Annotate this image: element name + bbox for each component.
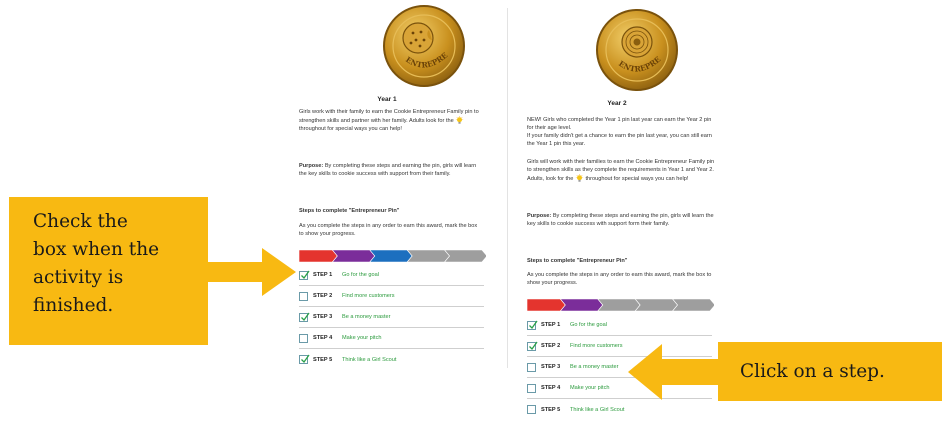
callout-line: activity is (33, 267, 124, 288)
step-checkbox[interactable] (527, 405, 536, 414)
checkmark-icon (529, 320, 538, 329)
step-number: STEP 2 (541, 343, 561, 349)
progress-segment-empty (406, 250, 450, 262)
progress-segment-empty (634, 299, 678, 311)
step-number: STEP 4 (313, 335, 333, 341)
lightbulb-icon (455, 116, 464, 125)
checkmark-icon (301, 354, 310, 364)
page-title: Year 1 (377, 96, 397, 103)
checkmark-icon (529, 341, 538, 350)
steps-heading: Steps to complete "Entrepreneur Pin" (299, 208, 400, 214)
progress-bar (299, 250, 486, 262)
steps-intro: As you complete the steps in any order t… (299, 223, 478, 238)
step-number: STEP 5 (541, 406, 561, 413)
donut-pin-icon: ENTREPRENEUR (590, 0, 681, 94)
steps-heading: Steps to complete "Entrepreneur Pin" (527, 258, 628, 264)
step-number: STEP 3 (541, 364, 561, 370)
purpose-text: Purpose: By completing these steps and e… (299, 163, 477, 178)
step-checkbox[interactable] (299, 354, 310, 364)
step-row[interactable]: STEP 5 Think like a Girl Scout (299, 349, 484, 370)
panel-divider (507, 8, 508, 368)
progress-segment-filled (332, 250, 376, 262)
progress-segment-empty (444, 250, 486, 262)
step-link[interactable]: Be a money master (342, 314, 391, 320)
step-link[interactable]: Find more customers (570, 343, 623, 349)
step-row[interactable]: STEP 1 Go for the goal (299, 265, 484, 286)
progress-segment-empty (672, 299, 714, 311)
step-number: STEP 4 (541, 385, 561, 391)
page-title: Year 2 (607, 100, 627, 107)
step-link[interactable]: Be a money master (570, 364, 619, 370)
purpose-text: Purpose: By completing these steps and e… (527, 213, 714, 228)
steps-list: STEP 1 Go for the goal STEP 2 Find more cus… (299, 265, 484, 370)
step-checkbox[interactable] (527, 362, 536, 372)
step-checkbox[interactable] (299, 312, 310, 322)
progress-segment-filled (527, 299, 566, 311)
intro-text-2: If your family didn't get a chance to ea… (527, 133, 712, 148)
step-checkbox[interactable] (527, 341, 538, 351)
progress-segment-filled (299, 250, 338, 262)
progress-segment-empty (597, 299, 641, 311)
step-checkbox[interactable] (527, 320, 538, 330)
callout-line: Check the (33, 211, 128, 232)
click-step-callout: Click on a step. (718, 342, 942, 401)
step-number: STEP 3 (313, 314, 333, 320)
step-link[interactable]: Find more customers (342, 293, 395, 299)
step-link[interactable]: Make your pitch (570, 385, 609, 391)
lightbulb-icon (575, 174, 584, 183)
cookie-pin-icon: ENTREPRENEUR (377, 0, 468, 90)
callout-line: box when the (33, 239, 160, 260)
step-link[interactable]: Think like a Girl Scout (342, 357, 396, 363)
step-number: STEP 2 (313, 293, 333, 299)
step-row[interactable]: STEP 1 Go for the goal (527, 315, 712, 336)
arrow-left-icon (628, 344, 724, 400)
intro-text-1: NEW! Girls who completed the Year 1 pin … (527, 117, 712, 132)
checkmark-icon (301, 312, 310, 321)
step-link[interactable]: Go for the goal (570, 322, 607, 328)
step-number: STEP 5 (313, 356, 333, 363)
progress-segment-filled (560, 299, 604, 311)
step-link[interactable]: Make your pitch (342, 335, 381, 341)
step-row[interactable]: STEP 2 Find more customers (299, 286, 484, 307)
step-row[interactable]: STEP 5 Think like a Girl Scout (527, 399, 712, 420)
step-link[interactable]: Go for the goal (342, 272, 379, 278)
steps-intro: As you complete the steps in any order t… (527, 272, 712, 287)
step-number: STEP 1 (313, 272, 333, 278)
arrow-right-icon (204, 248, 296, 296)
step-row[interactable]: STEP 4 Make your pitch (299, 328, 484, 349)
step-checkbox[interactable] (299, 291, 308, 301)
step-checkbox[interactable] (299, 333, 308, 343)
intro-text: Girls work with their family to earn the… (299, 109, 479, 133)
checkmark-icon (301, 270, 310, 279)
check-box-callout: Check the box when the activity is finis… (9, 197, 208, 345)
step-link[interactable]: Think like a Girl Scout (570, 407, 624, 413)
callout-line: finished. (33, 295, 114, 316)
step-checkbox[interactable] (299, 270, 310, 280)
year1-panel: ENTREPRENEUR Year 1 Girls work with thei… (284, 0, 490, 421)
step-number: STEP 1 (541, 322, 561, 328)
progress-bar (527, 299, 714, 311)
step-checkbox[interactable] (527, 383, 536, 393)
intro-text-3: Girls will work with their families to e… (527, 159, 715, 183)
step-row[interactable]: STEP 3 Be a money master (299, 307, 484, 328)
progress-segment-filled (369, 250, 413, 262)
